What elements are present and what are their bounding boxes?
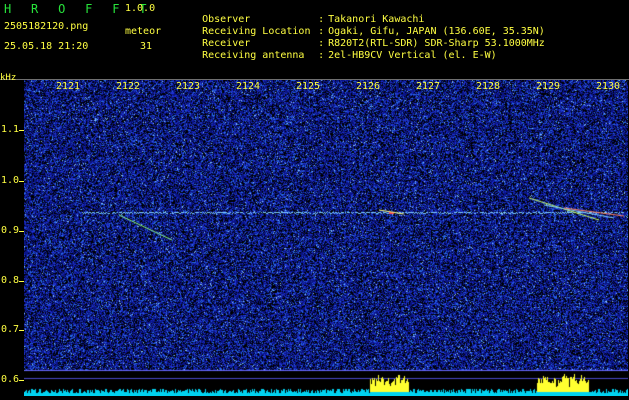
info-value: 2el-HB9CV Vertical (el. E-W) — [328, 50, 497, 61]
freq-tick: 1.1 — [1, 124, 20, 135]
datetime-label: 25.05.18 21:20 — [4, 41, 89, 52]
hrofft-screen: H R O F F T 1.0.0 2505182120.png 25.05.1… — [0, 0, 629, 400]
info-row-antenna: Receiving antenna:2el-HB9CV Vertical (el… — [178, 41, 497, 71]
meteor-count: 31 — [140, 41, 153, 52]
freq-tick-mark — [19, 231, 24, 232]
time-tick: 2122 — [116, 81, 141, 92]
freq-tick-mark — [19, 181, 24, 182]
spectrogram — [24, 80, 628, 396]
time-tick: 2127 — [416, 81, 441, 92]
app-version: 1.0.0 — [125, 3, 156, 14]
freq-tick-mark — [19, 130, 24, 131]
time-tick: 2125 — [296, 81, 321, 92]
time-tick: 2123 — [176, 81, 201, 92]
freq-tick-mark — [19, 330, 24, 331]
time-tick: 2126 — [356, 81, 381, 92]
time-tick: 2124 — [236, 81, 261, 92]
time-tick: 2128 — [476, 81, 501, 92]
freq-tick: 0.8 — [1, 275, 20, 286]
freq-tick-mark — [19, 281, 24, 282]
y-axis-unit: kHz — [0, 73, 17, 83]
filename-label: 2505182120.png — [4, 21, 89, 32]
time-tick: 2129 — [536, 81, 561, 92]
freq-tick: 0.9 — [1, 225, 20, 236]
time-tick: 2130 — [596, 81, 621, 92]
freq-tick: 0.6 — [1, 374, 20, 385]
freq-tick-mark — [19, 380, 24, 381]
freq-tick: 0.7 — [1, 324, 20, 335]
time-tick: 2121 — [56, 81, 81, 92]
info-separator: : — [318, 50, 325, 61]
freq-tick: 1.0 — [1, 175, 20, 186]
mode-label: meteor — [125, 26, 162, 37]
info-key: Receiving antenna — [202, 50, 305, 61]
